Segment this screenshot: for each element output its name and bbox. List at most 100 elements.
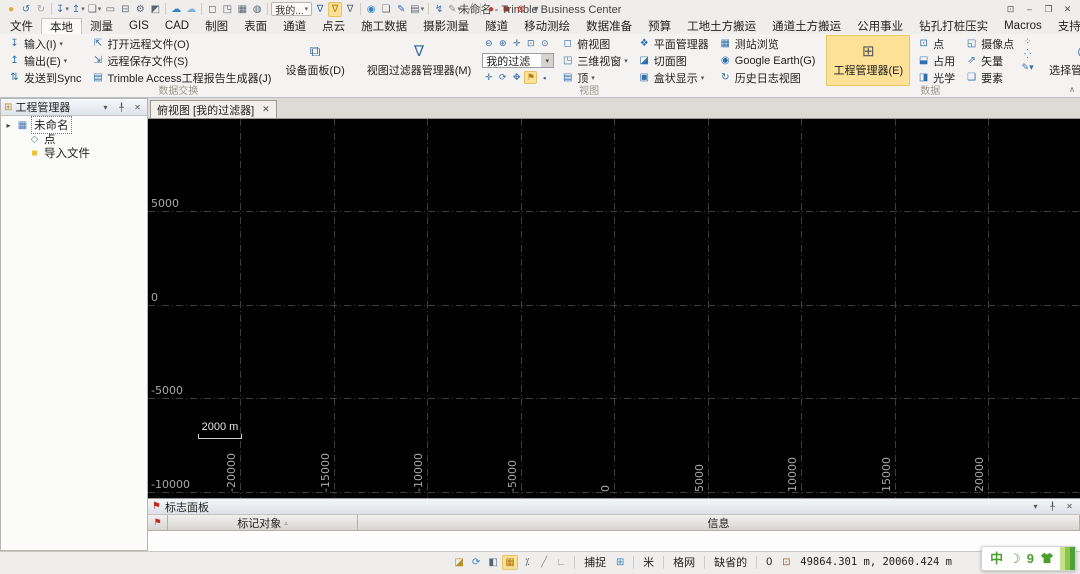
close-button[interactable]: ✕: [1059, 2, 1076, 16]
optics-button[interactable]: ◨ 光学: [914, 69, 958, 86]
ribbon-tab-数据准备[interactable]: 数据准备: [578, 18, 640, 34]
ribbon-tab-文件[interactable]: 文件: [2, 18, 41, 34]
snap-ratio-icon[interactable]: ⁒: [519, 555, 535, 570]
redo-button[interactable]: ↻: [34, 2, 48, 17]
station-view-button[interactable]: ▦ 测站浏览: [716, 35, 819, 52]
data-toggle-b-button[interactable]: ⁛: [1021, 48, 1034, 61]
flag-button[interactable]: ⚑: [524, 71, 538, 84]
undo-button[interactable]: ↺: [19, 2, 33, 17]
zoom-window-button[interactable]: ⊡: [524, 37, 537, 50]
ribbon-tab-本地[interactable]: 本地: [41, 18, 82, 34]
ribbon-tab-Macros[interactable]: Macros: [996, 18, 1050, 34]
ime-logo-icon[interactable]: [1060, 547, 1075, 570]
orbit-button[interactable]: ⟳: [496, 71, 509, 84]
ribbon-tab-支持[interactable]: 支持: [1050, 18, 1080, 34]
ribbon-options-button[interactable]: ⊡: [1002, 2, 1019, 16]
ribbon-tab-GIS[interactable]: GIS: [121, 18, 157, 34]
data-toggle-a-button[interactable]: ⁘: [1021, 35, 1034, 48]
ortho-tool-icon[interactable]: ∟: [553, 555, 569, 570]
grid-toggle-icon[interactable]: ▦: [502, 554, 519, 570]
units-button[interactable]: 米: [639, 554, 658, 570]
features-button[interactable]: ❏ 要素: [962, 69, 1017, 86]
info-column-header[interactable]: 信息: [358, 515, 1080, 530]
export-button[interactable]: ↥ ▾: [71, 2, 86, 17]
ime-halfwidth-icon[interactable]: ☽: [1009, 552, 1021, 565]
flag-column-header[interactable]: ⚑: [148, 515, 168, 530]
swatch-button[interactable]: ▪: [538, 71, 551, 84]
ribbon-tab-点云[interactable]: 点云: [314, 18, 353, 34]
ribbon-tab-钻孔打桩压实[interactable]: 钻孔打桩压实: [911, 18, 996, 34]
flags-table-body[interactable]: [148, 531, 1080, 551]
line-button[interactable]: ╱: [463, 2, 477, 17]
close-icon[interactable]: ✕: [131, 101, 144, 114]
pin-icon[interactable]: ╀: [1046, 500, 1059, 513]
ribbon-tab-通道[interactable]: 通道: [275, 18, 314, 34]
view-filter-dropdown[interactable]: 我的过滤 ▾: [482, 53, 555, 68]
plan-view-button[interactable]: ◻: [205, 2, 219, 17]
ribbon-tab-制图[interactable]: 制图: [197, 18, 236, 34]
record-button[interactable]: ●: [484, 2, 498, 17]
project-settings-button[interactable]: ⚙: [133, 2, 147, 17]
filter-active-button[interactable]: ∇: [328, 1, 343, 17]
open-remote-file-button[interactable]: ⇱ 打开远程文件(O): [88, 35, 274, 52]
filter-manager-button[interactable]: ∇: [343, 2, 357, 17]
zoom-out-button[interactable]: ⊖: [482, 37, 495, 50]
rotate-mode-icon[interactable]: ⟳: [468, 555, 484, 570]
view-filter-qat-dropdown[interactable]: 我的... ▾: [271, 2, 313, 17]
tree-item-import-files[interactable]: ■ 导入文件: [2, 146, 146, 161]
new-doc-button[interactable]: ❏: [379, 2, 393, 17]
3d-view-button[interactable]: ◳: [220, 2, 234, 17]
history-log-button[interactable]: ↻ 历史日志视图: [716, 69, 819, 86]
google-earth-button[interactable]: ◉ Google Earth(G): [716, 52, 819, 69]
plan-view-canvas[interactable]: 2000 m -20000 -15000 -10000 -5000 0 5000 10000…: [148, 119, 1080, 498]
app-logo-icon[interactable]: ●: [4, 2, 18, 17]
grab-button[interactable]: ✥: [510, 71, 523, 84]
ribbon-tab-摄影测量[interactable]: 摄影测量: [415, 18, 477, 34]
new-project-button[interactable]: ❏ ▾: [87, 2, 102, 17]
collapse-ribbon-button[interactable]: ∧: [1069, 85, 1075, 94]
print-button[interactable]: ▤ ▾: [409, 2, 425, 17]
save-project-button[interactable]: ⊟: [118, 2, 132, 17]
save-remote-file-button[interactable]: ⇲ 远程保存文件(S): [88, 52, 274, 69]
stop-button[interactable]: ■: [499, 2, 513, 17]
zoom-extents-button[interactable]: ✛: [510, 37, 523, 50]
default-style-button[interactable]: 缺省的: [710, 554, 751, 570]
ime-skin-icon[interactable]: [1040, 552, 1054, 566]
ribbon-tab-表面[interactable]: 表面: [236, 18, 275, 34]
tree-item-points[interactable]: ◇ 点: [2, 132, 146, 147]
monitor-icon[interactable]: ⊞: [612, 555, 628, 570]
annotate-button[interactable]: ✎: [394, 2, 408, 17]
zoom-in-button[interactable]: ⊕: [496, 37, 509, 50]
box-display-button[interactable]: ▣ 盒状显示 ▾: [635, 69, 712, 86]
share-button[interactable]: ◉: [364, 2, 378, 17]
options-button[interactable]: ◩: [148, 2, 162, 17]
plan-view-button[interactable]: ◻ 俯视图: [558, 35, 631, 52]
annotate-dropdown-button[interactable]: ✎ ▾: [1021, 61, 1034, 74]
ribbon-tab-隧道[interactable]: 隧道: [477, 18, 516, 34]
background-toggle-icon[interactable]: ◧: [485, 555, 501, 570]
send-to-sync-button[interactable]: ⇅ 发送到Sync: [5, 69, 84, 86]
top-view-button[interactable]: ▤ 顶 ▾: [558, 69, 631, 86]
draw-button[interactable]: ✎ ▾: [447, 2, 462, 17]
device-pane-button[interactable]: ⧉ 设备面板(D): [278, 35, 351, 86]
trimble-access-report-button[interactable]: ▤ Trimble Access工程报告生成器(J): [88, 69, 274, 86]
flags-view-button[interactable]: ◍: [250, 2, 264, 17]
open-project-button[interactable]: ▭: [103, 2, 117, 17]
ribbon-tab-通道土方搬运[interactable]: 通道土方搬运: [764, 18, 849, 34]
close-icon[interactable]: ✕: [1063, 500, 1076, 513]
chevron-down-icon[interactable]: ▾: [99, 101, 112, 114]
grid-coordinate-button[interactable]: 格网: [669, 554, 699, 570]
filter-button[interactable]: ∇: [313, 2, 327, 17]
tab-plan-view[interactable]: 俯视图 [我的过滤器] ✕: [150, 100, 277, 118]
pan-button[interactable]: ✛: [482, 71, 495, 84]
selection-manager-button[interactable]: ◎ 选择管理器(X): [1042, 35, 1080, 86]
camera-points-button[interactable]: ◱ 摄像点: [962, 35, 1017, 52]
ribbon-tab-CAD[interactable]: CAD: [157, 18, 197, 34]
plane-manager-button[interactable]: ❖ 平面管理器: [635, 35, 712, 52]
ribbon-tab-测量[interactable]: 测量: [82, 18, 121, 34]
snap-mode-button[interactable]: 捕捉: [580, 554, 610, 570]
ribbon-tab-公用事业[interactable]: 公用事业: [849, 18, 911, 34]
view-filter-manager-button[interactable]: ∇ 视图过滤器管理器(M): [360, 35, 479, 86]
ime-punctuation-icon[interactable]: 9: [1027, 552, 1034, 565]
sync-download-button[interactable]: ☁: [184, 2, 198, 17]
